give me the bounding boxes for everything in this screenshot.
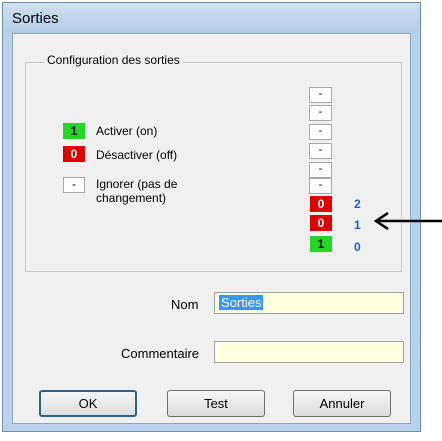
outputs-config-group: [25, 62, 402, 272]
output-state-4[interactable]: -: [309, 162, 332, 178]
output-state-5[interactable]: -: [309, 143, 332, 159]
legend-on-symbol: 1: [63, 123, 85, 139]
name-input-value: Sorties: [219, 295, 264, 310]
cancel-button[interactable]: Annuler: [293, 390, 391, 417]
test-button[interactable]: Test: [167, 390, 265, 417]
name-label: Nom: [171, 297, 199, 312]
window-title: Sorties: [12, 10, 59, 27]
comment-input[interactable]: [214, 341, 404, 363]
legend-ignore-symbol: -: [63, 177, 85, 193]
output-index-1: 1: [354, 218, 361, 232]
name-input[interactable]: Sorties: [214, 292, 404, 314]
output-index-0: 0: [354, 240, 361, 254]
output-index-2: 2: [354, 197, 361, 211]
title-bar[interactable]: Sorties: [3, 3, 420, 33]
legend-on-label: Activer (on): [96, 124, 158, 138]
group-title: Configuration des sorties: [44, 53, 183, 67]
comment-label: Commentaire: [121, 346, 200, 361]
output-state-7[interactable]: -: [309, 105, 332, 121]
output-state-1[interactable]: 0: [310, 215, 332, 231]
output-state-3[interactable]: -: [309, 178, 332, 194]
output-state-2[interactable]: 0: [310, 196, 332, 212]
output-state-6[interactable]: -: [309, 124, 332, 140]
legend-off-symbol: 0: [63, 146, 85, 162]
ok-button[interactable]: OK: [39, 390, 137, 417]
arrow-left-icon: [373, 212, 442, 230]
output-state-0[interactable]: 1: [310, 236, 332, 252]
legend-ignore-label: Ignorer (pas de changement): [96, 177, 178, 205]
legend-off-label: Désactiver (off): [96, 148, 178, 162]
output-state-8[interactable]: -: [309, 87, 332, 103]
